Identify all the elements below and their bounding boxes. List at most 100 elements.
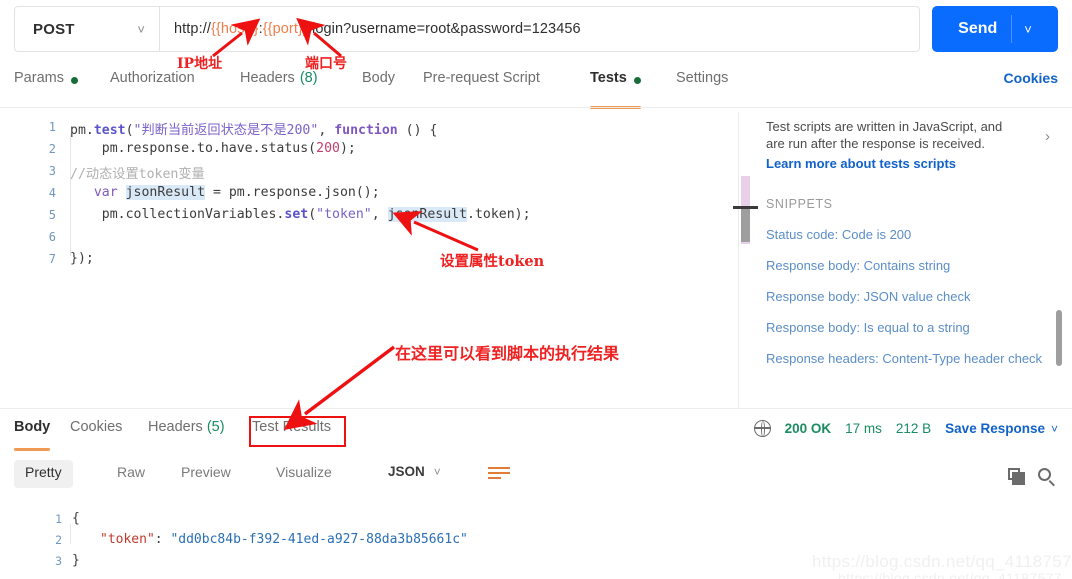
response-time: 17 ms [845, 421, 882, 436]
code-line-7: }); [70, 251, 94, 266]
chevron-down-icon: ˅ [137, 21, 145, 37]
chevron-down-icon: ˅ [433, 465, 441, 479]
response-format-bar: Pretty Raw Preview Visualize JSON ˅ [0, 460, 1072, 498]
tab-authorization[interactable]: Authorization [110, 70, 195, 102]
snippet-contains-string[interactable]: Response body: Contains string [766, 258, 1056, 273]
annotation-ip-label: IP地址 [177, 56, 223, 72]
format-raw[interactable]: Raw [106, 460, 156, 488]
method-selector[interactable]: POST ˅ [15, 7, 160, 51]
url-prefix: http:// [174, 21, 211, 37]
line-number: 1 [48, 120, 56, 134]
search-icon[interactable] [1038, 468, 1056, 487]
json-brace: } [72, 553, 80, 568]
format-visualize[interactable]: Visualize [265, 460, 343, 488]
format-pretty[interactable]: Pretty [14, 460, 73, 488]
send-divider [1011, 15, 1013, 43]
tab-headers[interactable]: Headers (8) [240, 70, 318, 102]
annotation-results-label: 在这里可以看到脚本的执行结果 [395, 344, 620, 363]
language-selector[interactable]: JSON ˅ [388, 464, 441, 479]
line-number: 3 [48, 164, 56, 178]
tab-label: Body [14, 419, 51, 435]
tab-label: Headers [148, 419, 203, 435]
editor-gutter: 1 2 3 4 5 6 7 [14, 112, 62, 402]
tab-settings[interactable]: Settings [676, 70, 728, 102]
response-body-line-2: "token": "dd0bc84b-f392-41ed-a927-88da3b… [100, 532, 468, 547]
response-gutter: 1 2 3 [14, 508, 62, 579]
send-label: Send [958, 20, 998, 37]
tab-pre-request-script[interactable]: Pre-request Script [423, 70, 540, 102]
line-number: 5 [48, 208, 56, 222]
snippets-heading: SNIPPETS [766, 197, 833, 211]
panel-resize-thumb[interactable] [741, 208, 750, 242]
tab-label: Tests [590, 70, 627, 86]
response-size: 212 B [895, 421, 932, 436]
snippet-json-value-check[interactable]: Response body: JSON value check [766, 289, 1056, 304]
line-number: 3 [55, 554, 62, 568]
tab-label: Params [14, 70, 64, 86]
chevron-right-icon[interactable]: › [1045, 128, 1050, 145]
url-bar: POST ˅ http://{{host}}:{{port}}/login?us… [14, 6, 920, 52]
annotation-box-test-results [249, 416, 346, 447]
code-line-2: pm.response.to.have.status(200); [70, 141, 356, 156]
learn-more-link[interactable]: Learn more about tests scripts [766, 156, 1056, 171]
tab-label: Settings [676, 70, 729, 86]
wrap-lines-icon[interactable] [488, 465, 510, 483]
tests-help-panel: Test scripts are written in JavaScript, … [766, 118, 1056, 366]
response-divider [0, 408, 1072, 409]
tab-body[interactable]: Body [362, 70, 395, 102]
response-fold-guide [70, 524, 71, 544]
code-line-5: pm.collectionVariables.set("token", json… [70, 207, 531, 222]
annotation-port-label: 端口号 [305, 56, 347, 72]
response-tab-cookies[interactable]: Cookies [70, 419, 122, 445]
snippet-status-code[interactable]: Status code: Code is 200 [766, 227, 1056, 242]
chevron-down-icon[interactable]: ˅ [1024, 22, 1032, 37]
request-tabs: Params Authorization Headers (8) Body Pre… [0, 70, 1072, 109]
tab-label: Pre-request Script [423, 70, 540, 86]
postman-window: POST ˅ http://{{host}}:{{port}}/login?us… [0, 0, 1072, 579]
copy-icon[interactable] [1008, 468, 1026, 486]
url-port-variable: {{port}} [262, 21, 308, 37]
code-line-3: //动态设置token变量 [70, 167, 205, 182]
url-input[interactable]: http://{{host}}:{{port}}/login?username=… [160, 7, 919, 51]
json-separator: : [154, 532, 171, 547]
line-number: 1 [55, 512, 62, 526]
send-button[interactable]: Send ˅ [932, 6, 1058, 52]
line-number: 7 [48, 252, 56, 266]
json-value: "dd0bc84b-f392-41ed-a927-88da3b85661c" [170, 532, 468, 547]
tabs-divider [0, 107, 1072, 108]
chevron-down-icon: ˅ [1050, 422, 1058, 436]
snippet-is-equal-string[interactable]: Response body: Is equal to a string [766, 320, 1056, 335]
url-host-variable: {{host}} [210, 21, 259, 37]
headers-count: (5) [206, 419, 225, 435]
cookies-link[interactable]: Cookies [1004, 70, 1058, 86]
help-panel-scrollbar[interactable] [1056, 310, 1062, 366]
annotation-token-label: 设置属性token [440, 253, 545, 270]
unsaved-dot-icon [633, 77, 641, 84]
panel-resize-handle[interactable] [733, 206, 758, 209]
code-line-1: pm.test("判断当前返回状态是不是200", function () { [70, 123, 438, 138]
help-description: Test scripts are written in JavaScript, … [766, 119, 1003, 151]
unsaved-dot-icon [70, 77, 78, 84]
active-tab-underline [14, 448, 51, 451]
tab-tests[interactable]: Tests [590, 70, 641, 109]
tab-label: Cookies [70, 419, 123, 435]
response-status-row: 200 OK 17 ms 212 B Save Response ˅ [753, 420, 1058, 437]
save-response-button[interactable]: Save Response ˅ [945, 421, 1058, 436]
snippet-content-type-check[interactable]: Response headers: Content-Type header ch… [766, 351, 1056, 366]
language-label: JSON [388, 464, 425, 479]
response-tab-body[interactable]: Body [14, 419, 51, 451]
json-key: "token" [100, 532, 155, 547]
line-number: 4 [48, 186, 56, 200]
tab-label: Headers [240, 70, 295, 86]
watermark-line-1: https://blog.csdn.net/qq_41187577 [812, 552, 1072, 571]
line-number: 2 [48, 142, 56, 156]
tests-script-editor[interactable]: 1 2 3 4 5 6 7 pm.test("判断当前返回状态是不是200", … [14, 112, 736, 402]
code-line-4: var jsonResult = pm.response.json(); [93, 185, 380, 200]
tab-label: Body [362, 70, 396, 86]
response-tab-headers[interactable]: Headers (5) [148, 419, 225, 445]
globe-icon [753, 420, 771, 437]
tab-params[interactable]: Params [14, 70, 78, 102]
response-body-line-3: } [72, 553, 80, 568]
line-number: 2 [55, 533, 62, 547]
format-preview[interactable]: Preview [170, 460, 242, 488]
